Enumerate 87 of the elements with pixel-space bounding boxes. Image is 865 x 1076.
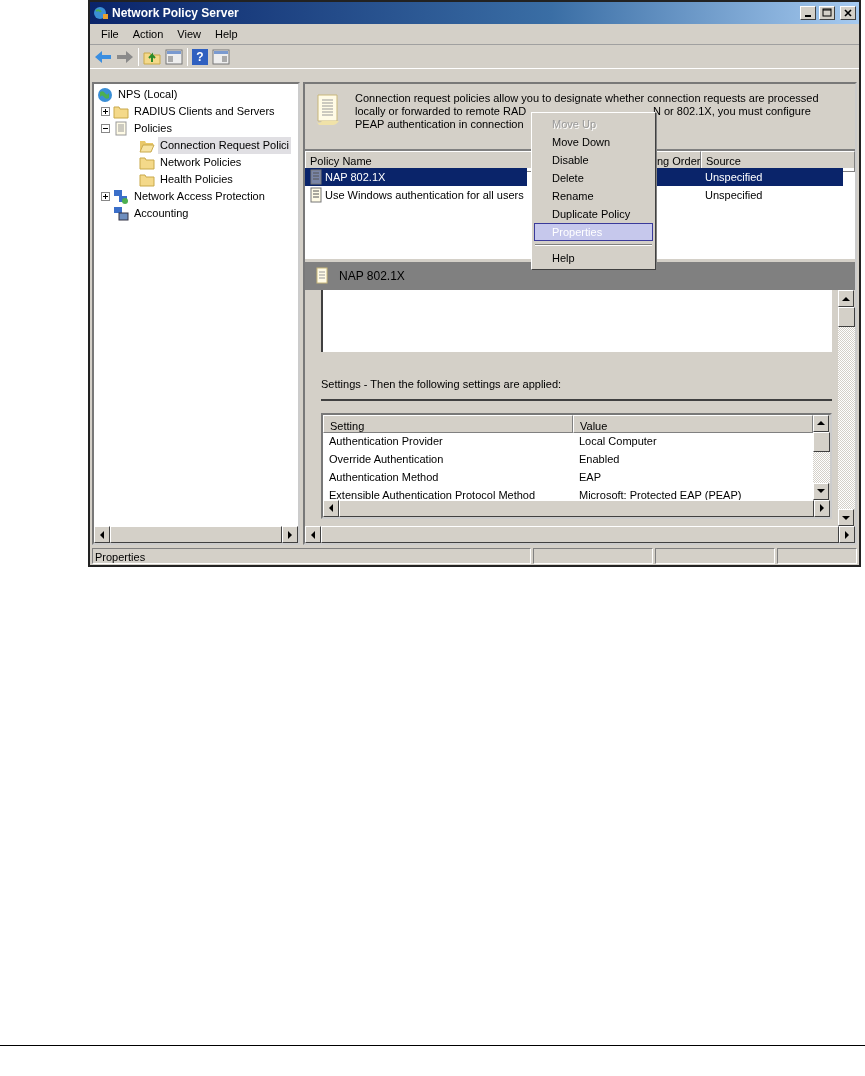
minimize-icon bbox=[805, 15, 811, 17]
menu-item[interactable]: Action bbox=[125, 25, 171, 43]
column-header[interactable]: Setting bbox=[323, 414, 573, 433]
table-cell-text: Extensible Authentication Protocol Method bbox=[328, 488, 537, 504]
description-text: Connection request policies allow you to designate whether connection requests are processed bbox=[355, 92, 819, 105]
help-icon[interactable]: ? bbox=[192, 48, 208, 65]
table-cell-text: Local Computer bbox=[578, 434, 658, 450]
network-icon bbox=[113, 188, 129, 205]
scroll-up-button[interactable] bbox=[813, 414, 829, 432]
menu-item[interactable]: Delete bbox=[534, 169, 653, 187]
table-cell-text: Enabled bbox=[578, 452, 621, 468]
up-arrow-icon bbox=[842, 295, 850, 302]
folder-icon bbox=[139, 154, 155, 171]
scroll-icon bbox=[315, 267, 329, 285]
detail-title: NAP 802.1X bbox=[339, 268, 405, 285]
column-header[interactable]: Value bbox=[573, 414, 813, 433]
table-cell-text: Authentication Provider bbox=[328, 434, 444, 450]
collapse-toggle[interactable] bbox=[101, 124, 110, 133]
table-cell-text: Microsoft: Protected EAP (PEAP) bbox=[578, 488, 743, 504]
expand-toggle[interactable] bbox=[101, 192, 110, 201]
scroll-down-button[interactable] bbox=[838, 509, 854, 526]
menu-item[interactable]: Help bbox=[207, 25, 245, 43]
table-cell[interactable]: Unspecified bbox=[701, 168, 843, 186]
tree-item[interactable]: Network Policies bbox=[158, 154, 244, 171]
down-arrow-icon bbox=[817, 488, 825, 494]
right-arrow-icon bbox=[287, 530, 293, 539]
menu-item[interactable]: Duplicate Policy bbox=[534, 205, 653, 223]
table-cell[interactable]: NAP 802.1X bbox=[305, 168, 527, 186]
table-cell[interactable]: Unspecified bbox=[701, 186, 843, 204]
folder-icon bbox=[139, 171, 155, 188]
description-text: locally or forwarded to remote RAD bbox=[355, 105, 527, 117]
menu-item[interactable]: Rename bbox=[534, 187, 653, 205]
scrollbar-thumb[interactable] bbox=[813, 431, 830, 452]
plus-icon bbox=[102, 193, 109, 200]
menu-item[interactable]: File bbox=[94, 25, 126, 43]
tree-item[interactable]: Connection Request Polici bbox=[158, 137, 292, 154]
scroll-up-button[interactable] bbox=[838, 290, 854, 307]
table-cell-text: Authentication Method bbox=[328, 470, 440, 486]
plus-icon bbox=[102, 108, 109, 115]
tree-item[interactable]: Network Access Protection bbox=[132, 188, 267, 205]
folder-icon bbox=[113, 103, 129, 120]
settings-label: Settings - Then the following settings are applied: bbox=[321, 376, 832, 401]
up-arrow-icon bbox=[817, 420, 825, 426]
computer-icon bbox=[113, 205, 129, 222]
policy-icon bbox=[309, 169, 323, 185]
scroll-left-button[interactable] bbox=[323, 499, 339, 517]
tree-item[interactable]: NPS (Local) bbox=[116, 86, 180, 103]
scrollbar-thumb[interactable] bbox=[838, 307, 855, 327]
scrollbar-thumb[interactable] bbox=[110, 526, 282, 543]
left-arrow-icon bbox=[328, 504, 334, 512]
menu-item[interactable]: View bbox=[170, 25, 208, 43]
close-button[interactable] bbox=[840, 6, 856, 20]
left-arrow-icon bbox=[310, 530, 316, 539]
table-cell-text: Override Authentication bbox=[328, 452, 445, 468]
menu-item[interactable]: Disable bbox=[534, 151, 653, 169]
table-cell[interactable]: Use Windows authentication for all users bbox=[305, 186, 527, 204]
globe-icon bbox=[97, 86, 113, 103]
window-title: Network Policy Server bbox=[112, 5, 240, 22]
minus-icon bbox=[102, 125, 109, 132]
scroll-icon bbox=[315, 92, 341, 126]
tree-item[interactable]: Policies bbox=[132, 120, 174, 137]
maximize-button[interactable] bbox=[819, 6, 835, 20]
tree-item[interactable]: RADIUS Clients and Servers bbox=[132, 103, 277, 120]
table-cell-text: EAP bbox=[578, 470, 602, 486]
right-arrow-icon bbox=[844, 530, 850, 539]
status-text: Properties bbox=[92, 548, 531, 564]
menu-item[interactable]: Move Down bbox=[534, 133, 653, 151]
left-arrow-icon bbox=[99, 530, 105, 539]
tree-item[interactable]: Accounting bbox=[132, 205, 191, 222]
down-arrow-icon bbox=[842, 514, 850, 521]
scroll-left-button[interactable] bbox=[305, 526, 321, 543]
scroll-icon bbox=[113, 120, 129, 137]
tree-item[interactable]: Health Policies bbox=[158, 171, 235, 188]
menu-item[interactable]: Help bbox=[534, 249, 653, 267]
app-icon bbox=[93, 5, 109, 21]
right-arrow-icon bbox=[819, 504, 825, 512]
scrollbar-thumb[interactable] bbox=[339, 499, 814, 517]
expand-toggle[interactable] bbox=[101, 107, 110, 116]
scrollbar-thumb[interactable] bbox=[321, 526, 839, 543]
scroll-right-button[interactable] bbox=[282, 526, 298, 543]
description-text: PEAP authentication in connection bbox=[355, 118, 524, 131]
minimize-button[interactable] bbox=[800, 6, 816, 20]
policy-icon bbox=[309, 187, 323, 203]
scroll-left-button[interactable] bbox=[94, 526, 110, 543]
scroll-right-button[interactable] bbox=[839, 526, 855, 543]
close-icon bbox=[842, 7, 854, 19]
maximize-icon bbox=[821, 7, 833, 19]
